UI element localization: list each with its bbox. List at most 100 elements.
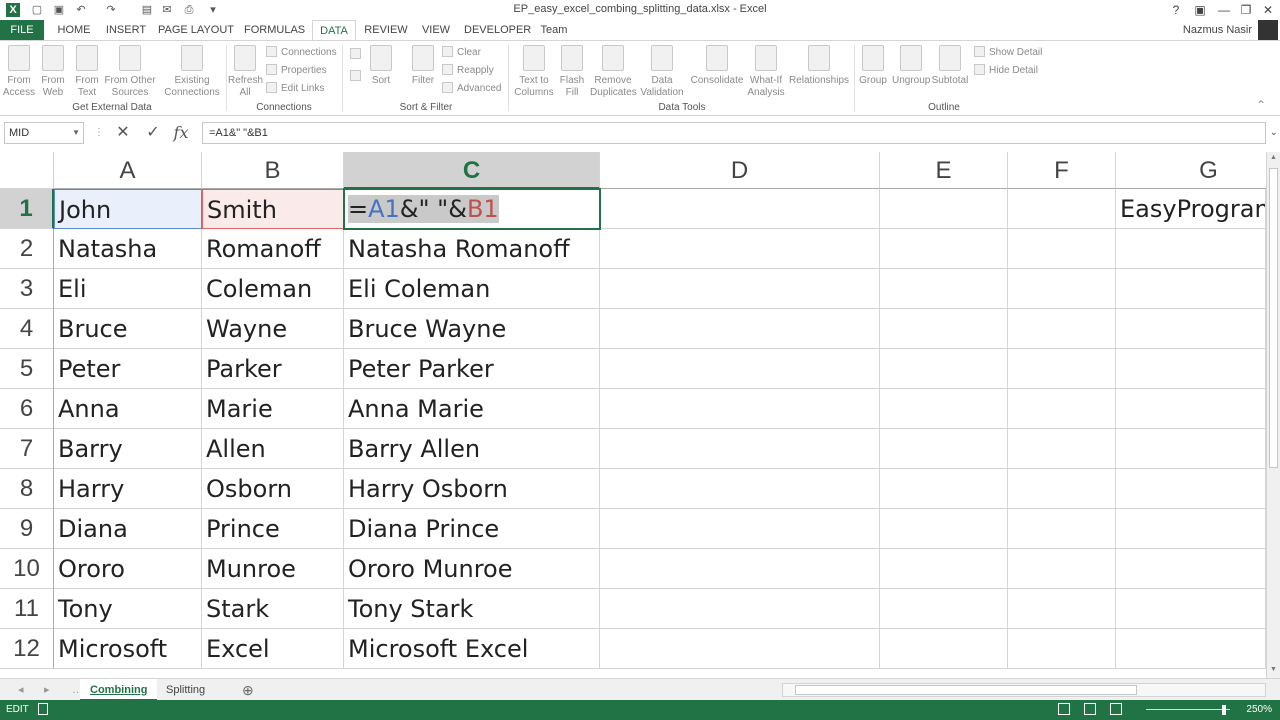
cell[interactable] [880,469,1008,509]
cell[interactable] [1008,389,1116,429]
cell[interactable] [1008,269,1116,309]
cell-a7[interactable]: Barry [54,429,202,469]
expand-formula-icon[interactable]: ⌄ [1270,122,1278,144]
cell[interactable] [1116,549,1266,589]
cell-c8[interactable]: Harry Osborn [344,469,600,509]
cell-a9[interactable]: Diana [54,509,202,549]
scroll-down-icon[interactable]: ▼ [1270,666,1277,673]
horizontal-scrollbar[interactable] [782,683,1266,697]
subtotal-button[interactable]: Subtotal [930,45,970,87]
cell[interactable] [1008,349,1116,389]
user-name[interactable]: Nazmus Nasir [1183,24,1252,36]
cell[interactable] [1116,429,1266,469]
cell[interactable] [1116,469,1266,509]
cell-a8[interactable]: Harry [54,469,202,509]
close-button[interactable]: ✕ [1256,1,1280,19]
sort-az-button[interactable] [350,47,365,63]
clear-button[interactable]: Clear [442,45,481,61]
consolidate-button[interactable]: Consolidate [690,45,744,87]
text-to-columns-button[interactable]: Text to Columns [512,45,556,99]
restore-button[interactable]: ❐ [1234,1,1258,19]
row-header[interactable]: 2 [0,229,54,269]
zoom-slider-knob[interactable] [1222,705,1226,715]
refresh-all-button[interactable]: Refresh All [228,45,263,99]
tab-data[interactable]: DATA [312,20,356,41]
zoom-level[interactable]: 250% [1246,704,1272,715]
reapply-button[interactable]: Reapply [442,63,494,79]
column-header-e[interactable]: E [880,152,1008,189]
cell-a5[interactable]: Peter [54,349,202,389]
cell[interactable] [600,429,880,469]
cell-b12[interactable]: Excel [202,629,344,669]
cell[interactable] [600,509,880,549]
cell-b4[interactable]: Wayne [202,309,344,349]
column-header-a[interactable]: A [54,152,202,189]
cell[interactable] [880,229,1008,269]
advanced-button[interactable]: Advanced [442,81,501,97]
name-box[interactable]: MID ▼ [4,122,84,144]
row-header[interactable]: 11 [0,589,54,629]
page-break-view-icon[interactable] [1110,703,1122,715]
select-all-corner[interactable] [0,152,54,189]
cell-a10[interactable]: Ororo [54,549,202,589]
cell[interactable] [1116,509,1266,549]
cell[interactable] [1008,189,1116,229]
cell[interactable] [880,549,1008,589]
cell[interactable] [600,549,880,589]
row-header[interactable]: 12 [0,629,54,669]
cell[interactable] [1008,469,1116,509]
cell[interactable] [880,189,1008,229]
cell[interactable] [1008,429,1116,469]
column-header-f[interactable]: F [1008,152,1116,189]
row-header[interactable]: 6 [0,389,54,429]
column-header-g[interactable]: G [1116,152,1266,189]
cell[interactable] [1116,389,1266,429]
cell-b6[interactable]: Marie [202,389,344,429]
cell-c4[interactable]: Bruce Wayne [344,309,600,349]
sort-za-button[interactable] [350,69,365,85]
tab-home[interactable]: HOME [52,20,96,40]
cell-b9[interactable]: Prince [202,509,344,549]
cell-c3[interactable]: Eli Coleman [344,269,600,309]
cell[interactable] [880,509,1008,549]
cell[interactable] [880,429,1008,469]
cell-b7[interactable]: Allen [202,429,344,469]
column-header-d[interactable]: D [600,152,880,189]
column-header-b[interactable]: B [202,152,344,189]
sheet-tab-splitting[interactable]: Splitting [156,679,215,701]
prev-sheet-icon[interactable]: ◂ [8,679,34,701]
cell-c10[interactable]: Ororo Munroe [344,549,600,589]
cell[interactable] [1008,229,1116,269]
cell[interactable] [880,589,1008,629]
cell[interactable] [1008,589,1116,629]
group-button[interactable]: Group [856,45,890,87]
cell-b11[interactable]: Stark [202,589,344,629]
sort-button[interactable]: Sort [366,45,396,87]
cell-b5[interactable]: Parker [202,349,344,389]
row-header[interactable]: 9 [0,509,54,549]
cell[interactable] [880,269,1008,309]
ribbon-display-button[interactable]: ▣ [1188,1,1212,19]
cell[interactable] [1116,269,1266,309]
tab-team[interactable]: Team [534,20,574,40]
cell[interactable] [600,629,880,669]
from-web-button[interactable]: From Web [36,45,70,99]
cell[interactable] [600,389,880,429]
existing-connections-button[interactable]: Existing Connections [164,45,220,99]
normal-view-icon[interactable] [1058,703,1070,715]
sheet-tab-combining[interactable]: Combining [80,679,158,701]
formula-input[interactable]: =A1&" "&B1 [202,122,1266,144]
tab-developer[interactable]: DEVELOPER [464,20,531,40]
cell[interactable] [1116,629,1266,669]
cell-a12[interactable]: Microsoft [54,629,202,669]
cell[interactable] [880,309,1008,349]
cell[interactable] [600,469,880,509]
minimize-button[interactable]: — [1212,1,1236,19]
cell-c9[interactable]: Diana Prince [344,509,600,549]
what-if-analysis-button[interactable]: What-If Analysis [746,45,786,99]
tab-formulas[interactable]: FORMULAS [244,20,305,40]
worksheet-grid[interactable]: A B C D E F G John Smith =A1&" "&B1 Easy… [0,152,1266,678]
vertical-scroll-thumb[interactable] [1269,168,1278,468]
cell-a11[interactable]: Tony [54,589,202,629]
page-layout-view-icon[interactable] [1084,703,1096,715]
